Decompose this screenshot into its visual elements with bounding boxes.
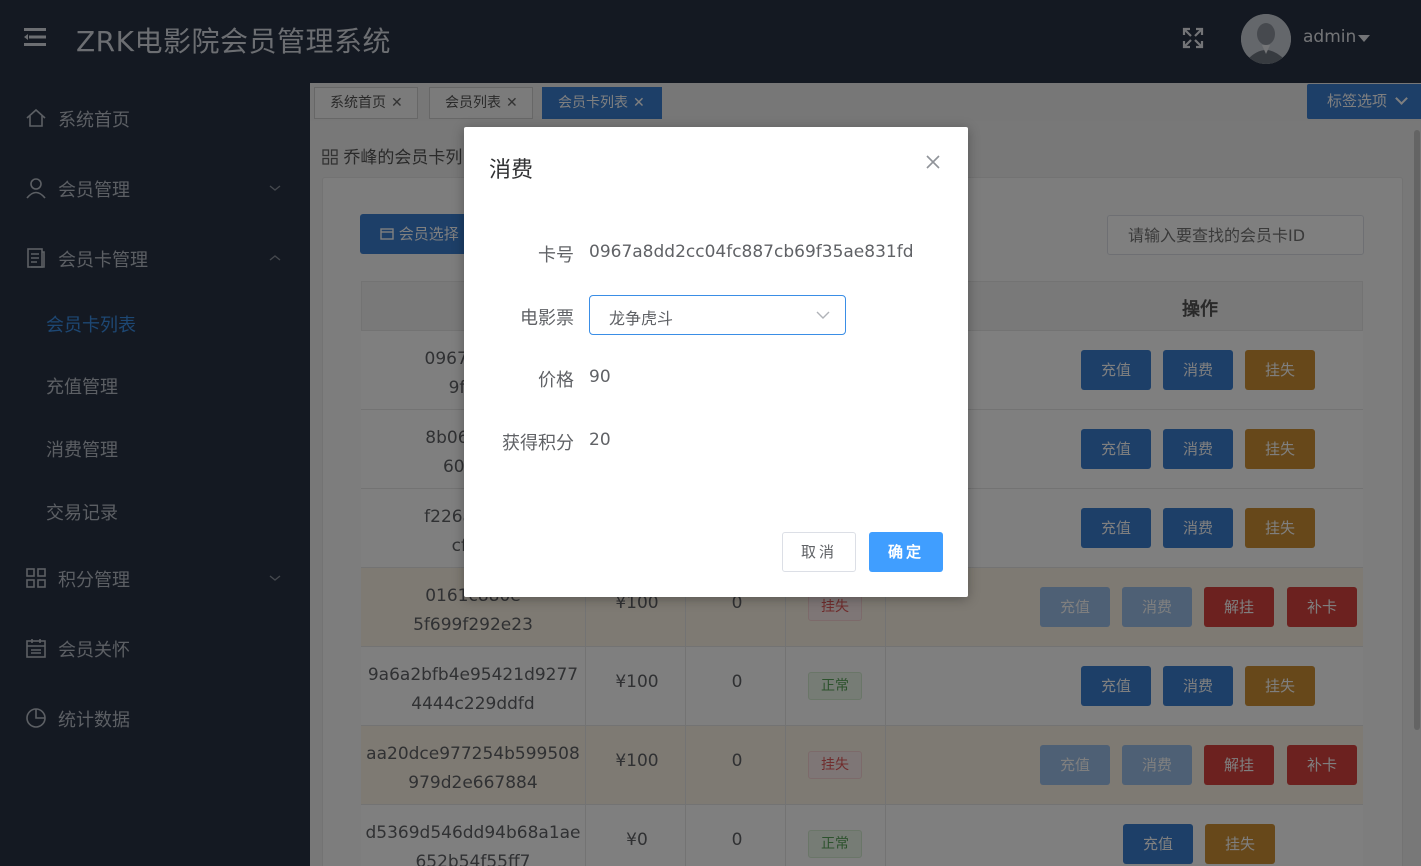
cancel-button[interactable]: 取消	[782, 532, 856, 572]
consume-dialog: 消费 卡号 0967a8dd2cc04fc887cb69f35ae831fd 电…	[464, 127, 968, 597]
confirm-button[interactable]: 确定	[869, 532, 943, 572]
close-icon[interactable]	[924, 153, 942, 171]
price-value: 90	[589, 367, 611, 387]
card-number-label: 卡号	[538, 245, 574, 266]
points-earned-value: 20	[589, 430, 611, 450]
chevron-down-icon	[816, 308, 830, 319]
dialog-title: 消费	[489, 158, 534, 183]
price-label: 价格	[538, 370, 574, 391]
points-earned-label: 获得积分	[502, 433, 574, 454]
movie-ticket-select[interactable]: 龙争虎斗	[589, 295, 846, 335]
card-number-value: 0967a8dd2cc04fc887cb69f35ae831fd	[589, 242, 914, 262]
movie-ticket-label: 电影票	[520, 308, 574, 329]
movie-ticket-value: 龙争虎斗	[609, 309, 674, 328]
